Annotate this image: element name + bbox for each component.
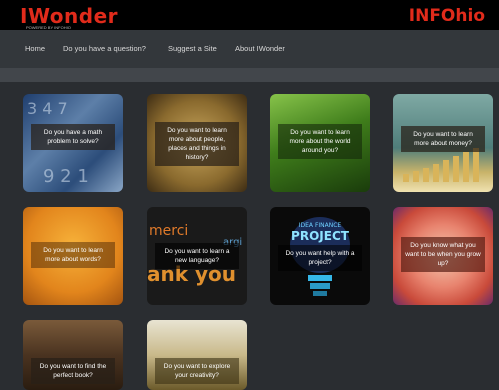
card-label: Do you want to explore your creativity?: [155, 358, 239, 384]
svg-text:IDEA FINANCE: IDEA FINANCE: [299, 222, 342, 229]
card-world[interactable]: Do you want to learn more about the worl…: [270, 94, 370, 192]
nav-about-link[interactable]: About IWonder: [235, 44, 285, 53]
card-history[interactable]: Do you want to learn more about people, …: [147, 94, 247, 192]
card-label: Do you want to learn a new language?: [155, 243, 239, 269]
card-label: Do you want to learn more about the worl…: [278, 124, 362, 159]
card-math[interactable]: 3 4 7 9 2 1 Do you have a math problem t…: [23, 94, 123, 192]
card-book[interactable]: Do you want to find the perfect book?: [23, 320, 123, 390]
card-label: Do you want to learn more about people, …: [155, 122, 239, 166]
infohio-logo[interactable]: INFOhio: [409, 6, 485, 26]
card-label: Do you have a math problem to solve?: [31, 124, 115, 150]
svg-text:9 2 1: 9 2 1: [43, 166, 89, 187]
banner-strip: [0, 68, 499, 82]
card-label: Do you want to learn more about money?: [401, 126, 485, 152]
card-project[interactable]: IDEA FINANCE PROJECT Do you want help wi…: [270, 207, 370, 305]
card-creativity[interactable]: Do you want to explore your creativity?: [147, 320, 247, 390]
svg-text:3 4 7: 3 4 7: [27, 99, 68, 118]
svg-text:PROJECT: PROJECT: [291, 229, 350, 243]
card-career[interactable]: Do you know what you want to be when you…: [393, 207, 493, 305]
svg-text:merci: merci: [149, 223, 188, 239]
card-money[interactable]: Do you want to learn more about money?: [393, 94, 493, 192]
card-language[interactable]: merci ank you argi Do you want to learn …: [147, 207, 247, 305]
top-bar: IWonder POWERED BY INFOHIO INFOhio: [0, 0, 499, 30]
card-label: Do you want to learn more about words?: [31, 242, 115, 268]
main-nav: Home Do you have a question? Suggest a S…: [0, 30, 499, 68]
nav-suggest-link[interactable]: Suggest a Site: [168, 44, 217, 53]
nav-question-link[interactable]: Do you have a question?: [63, 44, 146, 53]
card-label: Do you know what you want to be when you…: [401, 237, 485, 272]
card-label: Do you want help with a project?: [278, 245, 362, 271]
card-words[interactable]: Do you want to learn more about words?: [23, 207, 123, 305]
card-label: Do you want to find the perfect book?: [31, 358, 115, 384]
nav-home-link[interactable]: Home: [25, 44, 45, 53]
